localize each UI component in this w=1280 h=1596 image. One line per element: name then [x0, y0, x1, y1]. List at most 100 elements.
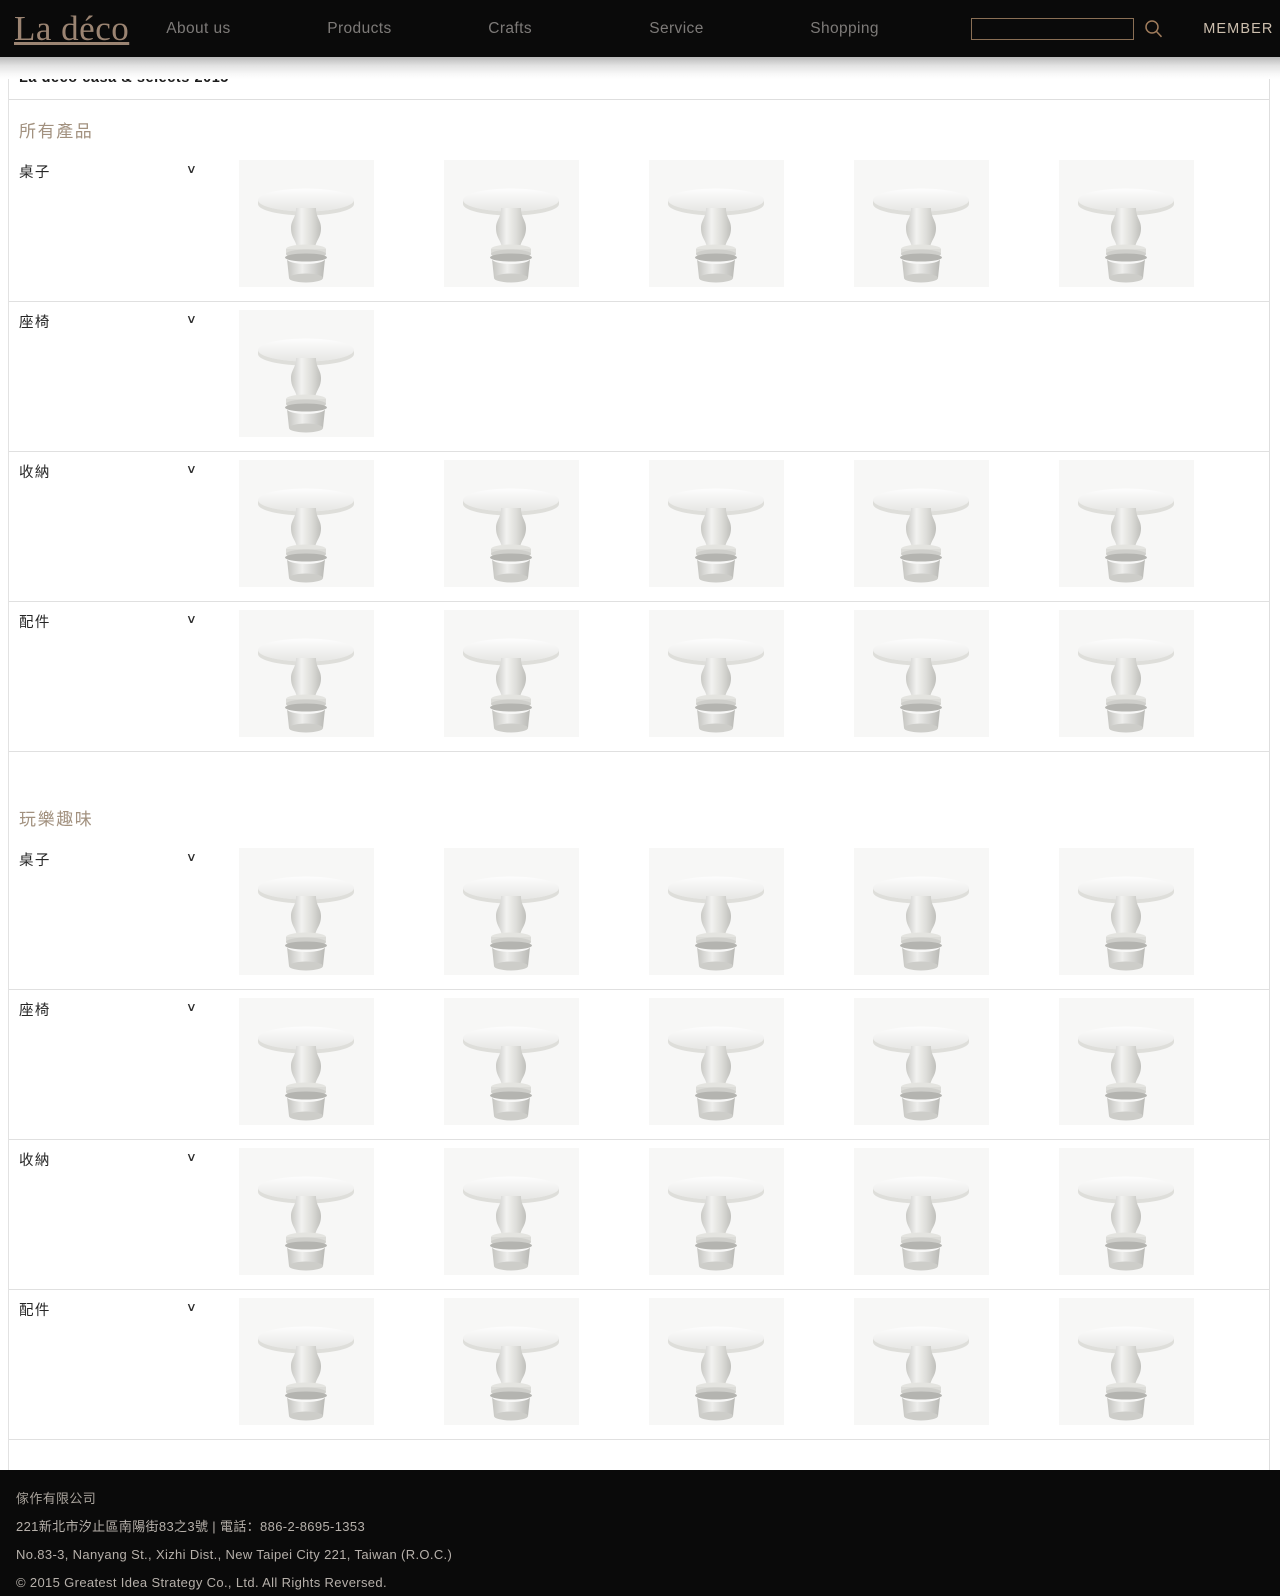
category-label: 桌子	[19, 165, 51, 181]
product-thumbnail-list	[239, 1140, 1194, 1275]
site-footer: 傢作有限公司 221新北市汐止區南陽街83之3號 | 電話：886-2-8695…	[0, 1470, 1280, 1596]
category-header[interactable]: 收納 ∨	[9, 452, 239, 482]
product-thumbnail[interactable]	[649, 460, 784, 587]
product-thumbnail[interactable]	[649, 848, 784, 975]
product-thumbnail-list	[239, 1290, 1194, 1425]
chevron-down-icon[interactable]: ∨	[186, 851, 197, 863]
product-thumbnail[interactable]	[1059, 610, 1194, 737]
product-thumbnail[interactable]	[239, 848, 374, 975]
chevron-down-icon[interactable]: ∨	[186, 163, 197, 175]
section-heading: 玩樂趣味	[19, 810, 94, 829]
category-label: 桌子	[19, 853, 51, 869]
nav-item-crafts[interactable]: Crafts	[488, 20, 649, 38]
category-label: 座椅	[19, 1003, 51, 1019]
product-thumbnail[interactable]	[444, 1148, 579, 1275]
product-thumbnail[interactable]	[1059, 998, 1194, 1125]
chevron-down-icon[interactable]: ∨	[186, 313, 197, 325]
product-thumbnail[interactable]	[1059, 848, 1194, 975]
product-section-all: 所有產品 桌子 ∨ 座椅 ∨ 收納 ∨ 配件 ∨	[9, 100, 1269, 752]
product-thumbnail[interactable]	[1059, 1298, 1194, 1425]
category-row-accessories: 配件 ∨	[9, 602, 1269, 752]
product-thumbnail[interactable]	[444, 460, 579, 587]
product-thumbnail[interactable]	[239, 1298, 374, 1425]
member-link[interactable]: MEMBER	[1203, 21, 1273, 37]
product-thumbnail[interactable]	[649, 1298, 784, 1425]
category-row-accessories-2: 配件 ∨	[9, 1290, 1269, 1440]
footer-copyright: © 2015 Greatest Idea Strategy Co., Ltd. …	[16, 1575, 387, 1590]
category-row-chairs: 座椅 ∨	[9, 302, 1269, 452]
category-header[interactable]: 桌子 ∨	[9, 840, 239, 870]
chevron-down-icon[interactable]: ∨	[186, 613, 197, 625]
product-thumbnail[interactable]	[1059, 460, 1194, 587]
search-area	[971, 17, 1163, 40]
product-thumbnail[interactable]	[854, 160, 989, 287]
category-label: 收納	[19, 1153, 51, 1169]
category-label: 收納	[19, 465, 51, 481]
category-row-storage-2: 收納 ∨	[9, 1140, 1269, 1290]
category-row-storage: 收納 ∨	[9, 452, 1269, 602]
category-label: 配件	[19, 1303, 51, 1319]
product-thumbnail[interactable]	[239, 610, 374, 737]
product-thumbnail[interactable]	[1059, 1148, 1194, 1275]
product-thumbnail[interactable]	[444, 160, 579, 287]
chevron-down-icon[interactable]: ∨	[186, 1001, 197, 1013]
product-thumbnail[interactable]	[1059, 160, 1194, 287]
footer-spacer	[9, 1440, 1269, 1470]
product-thumbnail-list	[239, 452, 1194, 587]
category-row-tables-2: 桌子 ∨	[9, 840, 1269, 990]
product-thumbnail[interactable]	[854, 1148, 989, 1275]
chevron-down-icon[interactable]: ∨	[186, 463, 197, 475]
nav-item-about-us[interactable]: About us	[166, 20, 327, 38]
product-thumbnail[interactable]	[854, 610, 989, 737]
category-header[interactable]: 配件 ∨	[9, 1290, 239, 1320]
product-thumbnail-list	[239, 152, 1194, 287]
nav-item-products[interactable]: Products	[327, 20, 488, 38]
product-thumbnail[interactable]	[649, 998, 784, 1125]
footer-company: 傢作有限公司	[16, 1491, 97, 1506]
product-thumbnail[interactable]	[649, 160, 784, 287]
product-thumbnail[interactable]	[854, 1298, 989, 1425]
site-logo[interactable]: La déco	[14, 11, 129, 46]
product-thumbnail-list	[239, 840, 1194, 975]
product-thumbnail[interactable]	[854, 848, 989, 975]
category-header[interactable]: 收納 ∨	[9, 1140, 239, 1170]
product-thumbnail[interactable]	[239, 460, 374, 587]
nav-item-service[interactable]: Service	[649, 20, 810, 38]
category-row-chairs-2: 座椅 ∨	[9, 990, 1269, 1140]
footer-address-en: No.83-3, Nanyang St., Xizhi Dist., New T…	[16, 1547, 453, 1562]
main-navigation: About us Products Crafts Service Shoppin…	[166, 20, 971, 38]
product-thumbnail[interactable]	[649, 610, 784, 737]
search-input[interactable]	[971, 17, 1135, 40]
breadcrumb: La déco casa & selects 2015	[9, 57, 1269, 100]
breadcrumb-title: La déco casa & selects 2015	[19, 70, 229, 86]
product-thumbnail[interactable]	[239, 998, 374, 1125]
site-header: La déco About us Products Crafts Service…	[0, 0, 1280, 57]
product-thumbnail[interactable]	[444, 610, 579, 737]
category-label: 配件	[19, 615, 51, 631]
category-row-tables: 桌子 ∨	[9, 152, 1269, 302]
nav-item-shopping[interactable]: Shopping	[810, 20, 971, 38]
product-thumbnail[interactable]	[239, 310, 374, 437]
chevron-down-icon[interactable]: ∨	[186, 1301, 197, 1313]
product-thumbnail[interactable]	[854, 998, 989, 1125]
section-heading: 所有產品	[19, 122, 94, 141]
product-thumbnail-list	[239, 990, 1194, 1125]
product-thumbnail[interactable]	[239, 1148, 374, 1275]
product-thumbnail[interactable]	[239, 160, 374, 287]
page-container: La déco casa & selects 2015 所有產品 桌子 ∨ 座椅…	[8, 57, 1270, 1470]
category-header[interactable]: 座椅 ∨	[9, 990, 239, 1020]
chevron-down-icon[interactable]: ∨	[186, 1151, 197, 1163]
search-icon	[1144, 19, 1163, 38]
category-header[interactable]: 座椅 ∨	[9, 302, 239, 332]
category-header[interactable]: 配件 ∨	[9, 602, 239, 632]
footer-address-zh: 221新北市汐止區南陽街83之3號 | 電話：886-2-8695-1353	[16, 1519, 366, 1534]
product-thumbnail[interactable]	[854, 460, 989, 587]
category-label: 座椅	[19, 315, 51, 331]
product-thumbnail[interactable]	[444, 848, 579, 975]
product-thumbnail[interactable]	[649, 1148, 784, 1275]
product-thumbnail[interactable]	[444, 1298, 579, 1425]
category-header[interactable]: 桌子 ∨	[9, 152, 239, 182]
product-thumbnail[interactable]	[444, 998, 579, 1125]
search-button[interactable]	[1134, 19, 1163, 38]
